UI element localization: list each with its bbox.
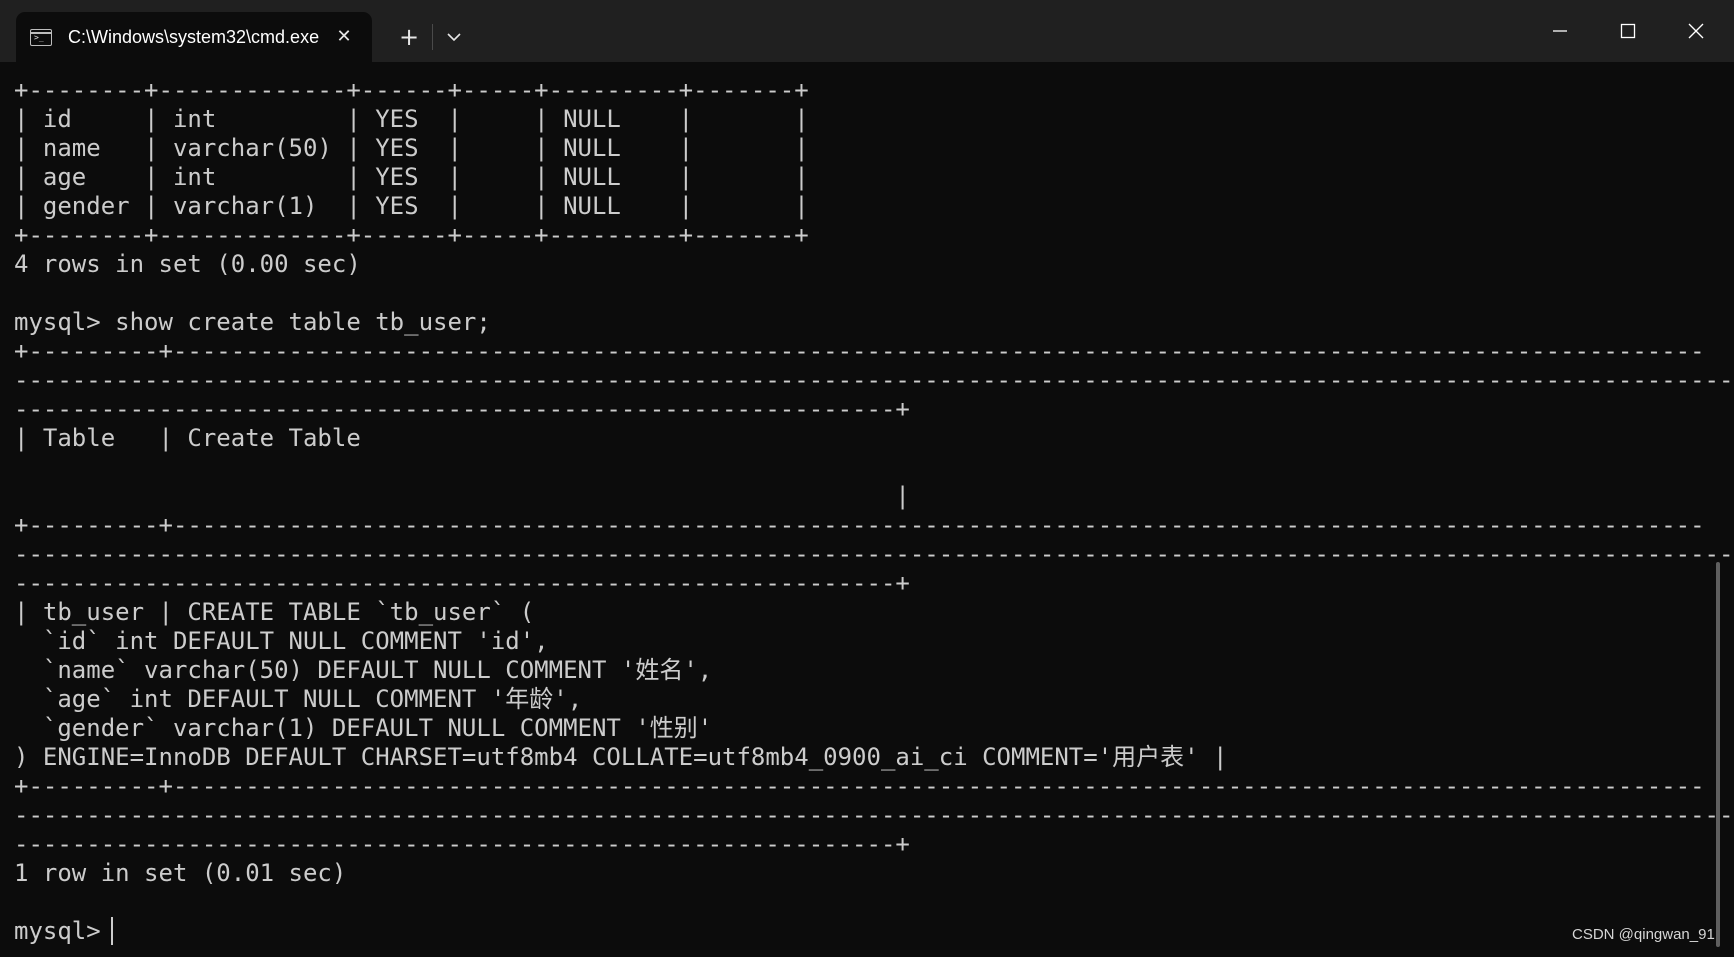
terminal-line: ----------------------------------------…	[14, 569, 910, 597]
tab-divider	[432, 24, 433, 50]
terminal-line: +--------+-------------+------+-----+---…	[14, 76, 809, 104]
terminal-line: ----------------------------------------…	[14, 540, 1734, 568]
terminal-line: mysql> show create table tb_user;	[14, 308, 491, 336]
tab-title: C:\Windows\system32\cmd.exe	[68, 27, 320, 47]
maximize-icon	[1620, 23, 1636, 39]
terminal-line: +---------+-----------------------------…	[14, 337, 1705, 365]
maximize-button[interactable]	[1596, 0, 1660, 62]
minimize-icon	[1553, 30, 1567, 32]
terminal-line: |	[14, 482, 910, 510]
terminal-line: 1 row in set (0.01 sec)	[14, 859, 347, 887]
terminal-line: | tb_user | CREATE TABLE `tb_user` (	[14, 598, 535, 626]
close-icon	[1688, 23, 1704, 39]
terminal-output[interactable]: +--------+-------------+------+-----+---…	[14, 62, 1733, 957]
close-window-button[interactable]	[1664, 0, 1728, 62]
terminal-line: `name` varchar(50) DEFAULT NULL COMMENT …	[14, 656, 713, 684]
watermark: CSDN @qingwan_91	[1572, 926, 1715, 943]
terminal-line: `id` int DEFAULT NULL COMMENT 'id',	[14, 627, 549, 655]
terminal-line: 4 rows in set (0.00 sec)	[14, 250, 361, 278]
scrollbar-thumb[interactable]	[1716, 562, 1720, 947]
terminal-line: | name | varchar(50) | YES | | NULL | |	[14, 134, 809, 162]
terminal-line: ) ENGINE=InnoDB DEFAULT CHARSET=utf8mb4 …	[14, 743, 1228, 771]
terminal-line: +---------+-----------------------------…	[14, 511, 1705, 539]
minimize-button[interactable]	[1528, 0, 1592, 62]
terminal-line: `age` int DEFAULT NULL COMMENT '年龄',	[14, 685, 583, 713]
tab-cmd[interactable]: >_ C:\Windows\system32\cmd.exe ✕	[16, 12, 372, 62]
title-bar: >_ C:\Windows\system32\cmd.exe ✕ +	[0, 0, 1734, 62]
terminal-line: +--------+-------------+------+-----+---…	[14, 221, 809, 249]
terminal-line: | age | int | YES | | NULL | |	[14, 163, 809, 191]
terminal-icon: >_	[30, 29, 52, 46]
terminal-line: ----------------------------------------…	[14, 395, 910, 423]
terminal-line: | Table | Create Table	[14, 424, 361, 452]
terminal-line: +---------+-----------------------------…	[14, 772, 1705, 800]
terminal-line: ----------------------------------------…	[14, 830, 910, 858]
terminal-line: ----------------------------------------…	[14, 366, 1734, 394]
terminal-line: `gender` varchar(1) DEFAULT NULL COMMENT…	[14, 714, 713, 742]
tab-close-button[interactable]: ✕	[332, 25, 356, 49]
terminal-line: ----------------------------------------…	[14, 801, 1734, 829]
terminal-line: | id | int | YES | | NULL | |	[14, 105, 809, 133]
text-cursor	[111, 917, 113, 945]
chevron-down-icon	[447, 33, 461, 42]
tab-dropdown-button[interactable]	[438, 22, 470, 52]
terminal-line: | gender | varchar(1) | YES | | NULL | |	[14, 192, 809, 220]
terminal-prompt: mysql>	[14, 917, 116, 945]
new-tab-button[interactable]: +	[392, 22, 426, 52]
